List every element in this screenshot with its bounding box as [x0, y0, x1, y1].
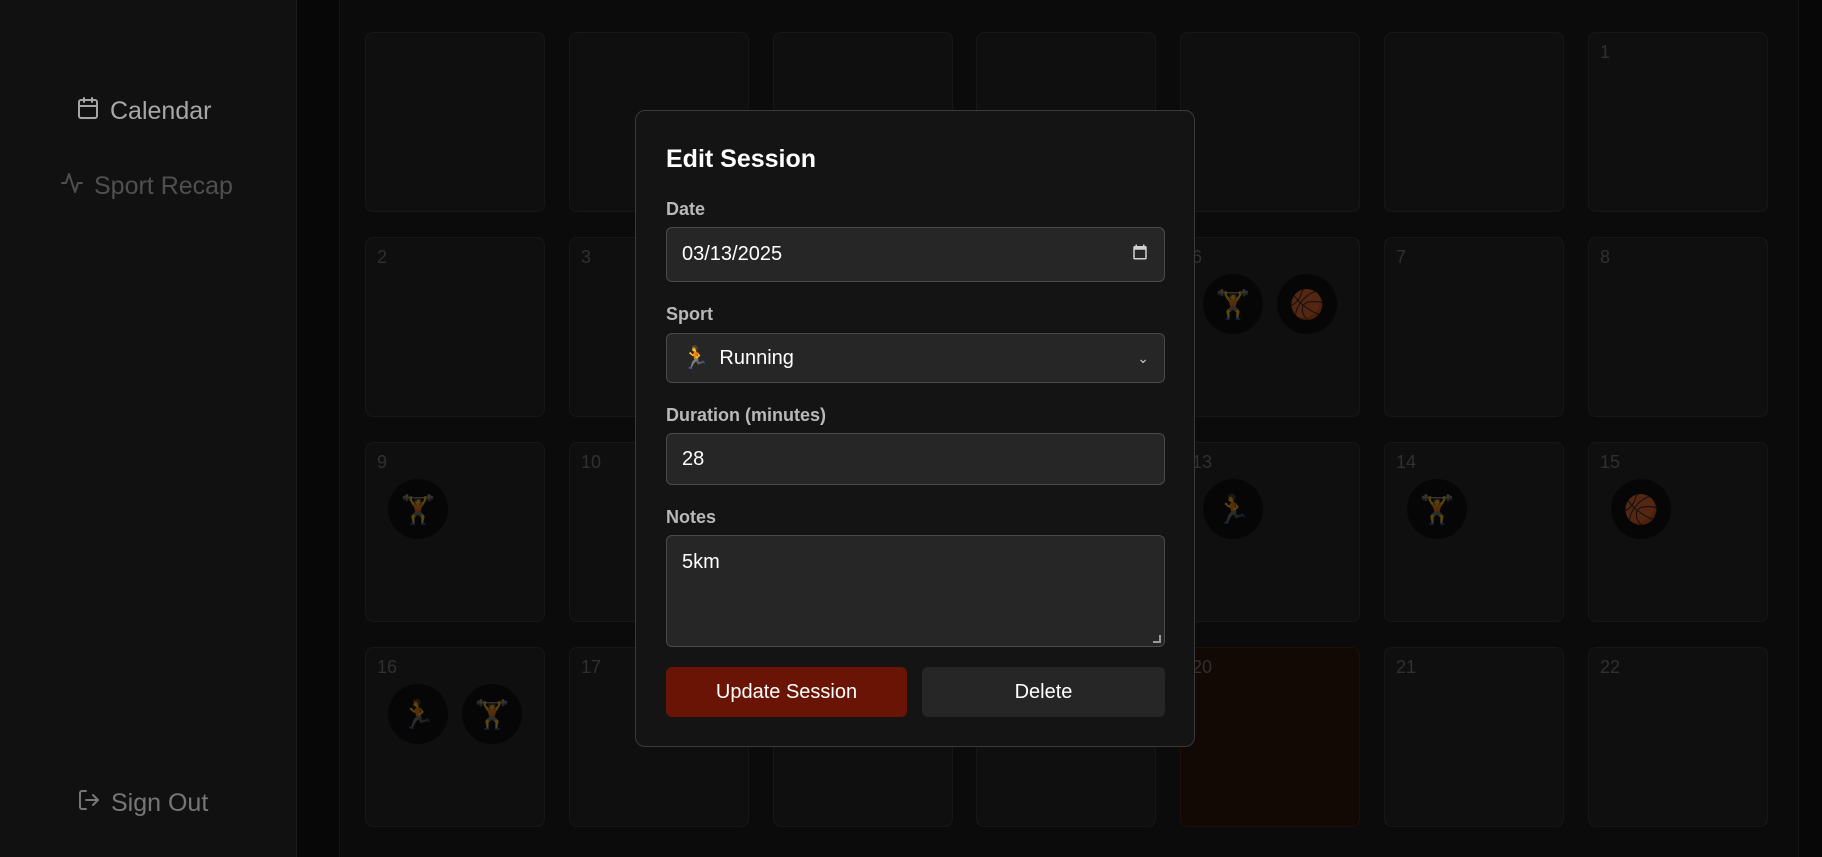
date-value: 03/13/2025: [682, 243, 783, 265]
calendar-picker-icon[interactable]: [1131, 243, 1149, 267]
chevron-down-icon: ⌄: [1137, 349, 1149, 366]
date-input[interactable]: 03/13/2025: [666, 227, 1165, 282]
delete-button[interactable]: Delete: [922, 667, 1165, 717]
running-icon: 🏃: [682, 345, 710, 370]
modal-title: Edit Session: [666, 145, 817, 173]
update-session-button[interactable]: Update Session: [666, 667, 907, 717]
notes-textarea[interactable]: 5km: [666, 535, 1165, 647]
app: Calendar Sport Recap Sign Out SunMonTueW…: [0, 0, 1822, 857]
notes-value: 5km: [682, 551, 720, 573]
duration-value: 28: [682, 447, 705, 470]
edit-session-modal: Edit Session Date 03/13/2025 Sport 🏃 Run…: [635, 110, 1195, 747]
sport-select[interactable]: 🏃 Running ⌄: [666, 333, 1165, 383]
duration-label: Duration (minutes): [666, 405, 826, 425]
sport-label: Sport: [666, 304, 713, 324]
resize-handle-icon[interactable]: [1153, 635, 1161, 643]
notes-label: Notes: [666, 507, 717, 527]
date-label: Date: [666, 199, 706, 219]
sport-value: Running: [719, 346, 794, 369]
duration-input[interactable]: 28: [666, 433, 1165, 485]
